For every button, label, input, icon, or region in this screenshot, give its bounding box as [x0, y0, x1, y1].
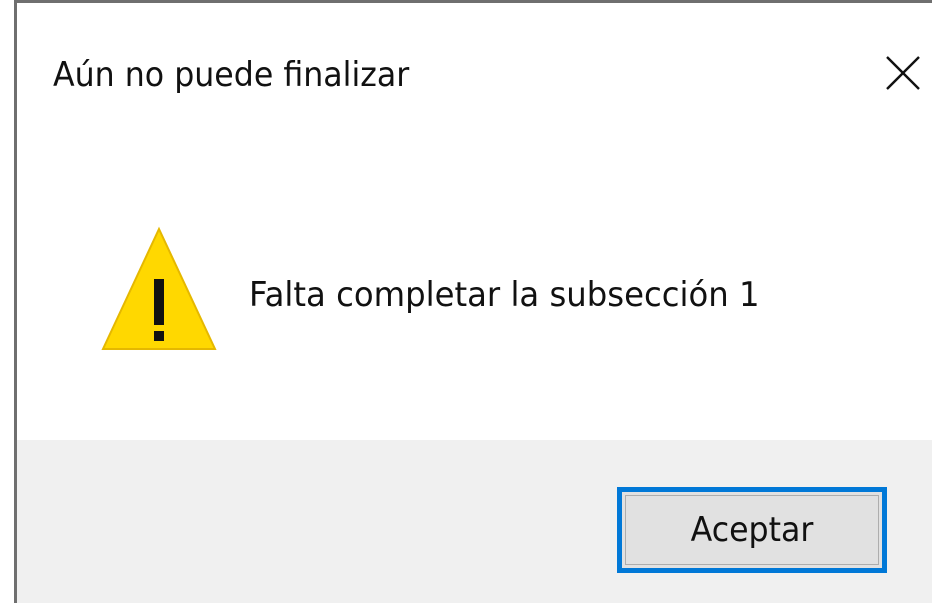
title-bar[interactable]: Aún no puede finalizar [17, 3, 932, 133]
close-button[interactable] [875, 43, 931, 103]
dialog-title: Aún no puede finalizar [53, 55, 410, 95]
message-dialog: Aún no puede finalizar Falta completar l… [0, 0, 932, 603]
accept-button-label: Aceptar [690, 510, 814, 550]
warning-icon [101, 226, 217, 350]
dialog-message: Falta completar la subsección 1 [249, 275, 760, 315]
dialog-footer: Aceptar [17, 440, 932, 603]
accept-button[interactable]: Aceptar [617, 487, 887, 573]
close-icon [886, 56, 920, 90]
dialog-content: Falta completar la subsección 1 [17, 133, 932, 440]
